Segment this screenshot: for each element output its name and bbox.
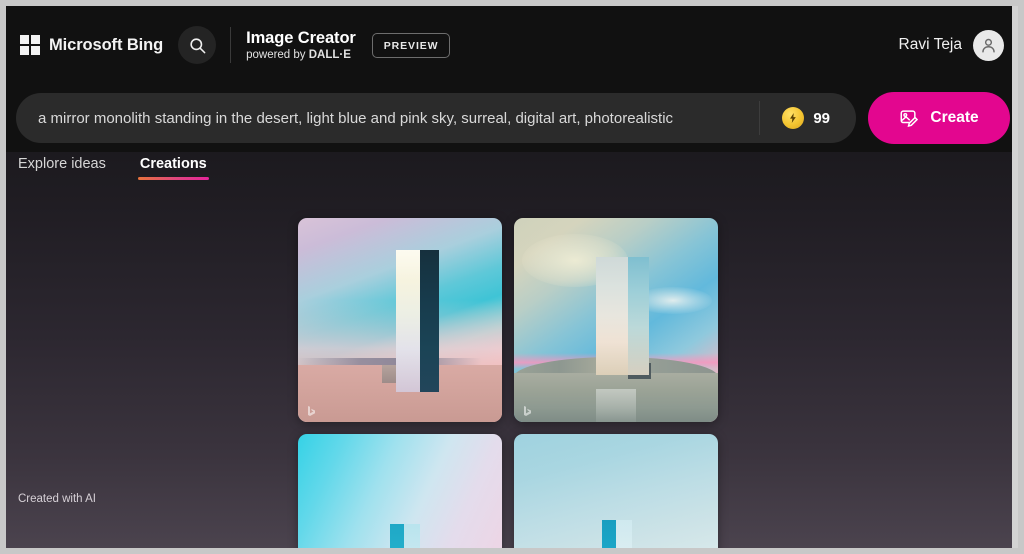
lightning-bolt-coin-icon — [782, 107, 805, 129]
browser-window: Microsoft Bing Image Creator powered by … — [6, 6, 1018, 548]
scrollbar[interactable] — [1012, 6, 1018, 548]
creation-thumbnail[interactable] — [514, 434, 718, 548]
create-button[interactable]: Create — [868, 92, 1010, 144]
app-subtitle-brand: DALL·E — [308, 49, 351, 61]
image-reflection — [595, 389, 637, 422]
microsoft-squares-icon — [20, 35, 40, 55]
bing-watermark-icon — [308, 406, 315, 416]
search-icon — [189, 37, 206, 53]
content-tabs: Explore ideas Creations — [6, 152, 1018, 196]
header-divider — [230, 27, 232, 63]
creation-thumbnail[interactable] — [298, 434, 502, 548]
app-subtitle: powered by DALL·E — [246, 49, 356, 61]
bing-watermark-icon — [524, 406, 531, 416]
avatar[interactable] — [973, 29, 1004, 61]
app-header: Microsoft Bing Image Creator powered by … — [6, 6, 1018, 84]
prompt-bar: 99 Create — [6, 84, 1018, 152]
image-pen-icon — [900, 109, 919, 127]
app-subtitle-prefix: powered by — [246, 49, 309, 61]
app-identity: Image Creator powered by DALL·E — [246, 29, 356, 61]
creation-thumbnail[interactable] — [298, 218, 502, 422]
monolith-shape — [395, 249, 439, 393]
account-menu[interactable]: Ravi Teja — [898, 29, 1004, 61]
tab-explore-ideas[interactable]: Explore ideas — [16, 152, 108, 184]
search-button[interactable] — [178, 26, 217, 64]
bing-brand-link[interactable]: Microsoft Bing — [18, 25, 165, 65]
monolith-shape — [595, 256, 649, 376]
tab-creations[interactable]: Creations — [137, 152, 209, 184]
prompt-input[interactable] — [16, 93, 760, 143]
user-name: Ravi Teja — [898, 36, 962, 53]
boost-count: 99 — [813, 109, 830, 127]
prompt-field[interactable]: 99 — [16, 93, 856, 143]
created-with-ai-label: Created with AI — [18, 493, 96, 505]
creations-grid — [298, 218, 718, 548]
monolith-shape — [389, 523, 421, 548]
creation-thumbnail[interactable] — [514, 218, 718, 422]
boost-counter[interactable]: 99 — [759, 101, 856, 135]
brand-name: Microsoft Bing — [49, 35, 164, 54]
preview-badge[interactable]: PREVIEW — [371, 32, 451, 58]
create-button-label: Create — [930, 109, 979, 126]
page-title: Image Creator — [246, 29, 356, 47]
monolith-shape — [601, 519, 633, 548]
person-icon — [982, 38, 995, 53]
